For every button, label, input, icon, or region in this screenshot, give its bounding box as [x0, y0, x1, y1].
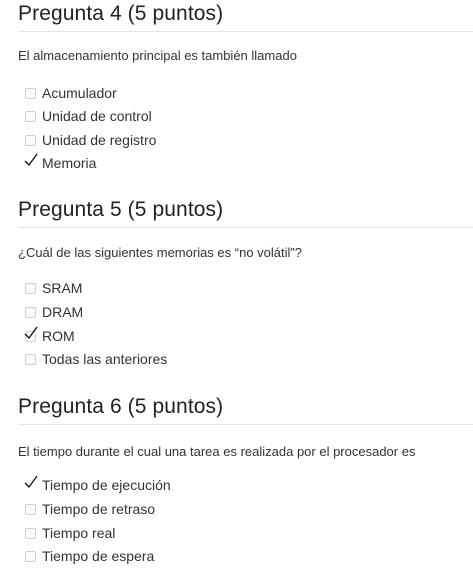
- option-label: Tiempo de ejecución: [42, 477, 171, 493]
- option-tiempo-real[interactable]: Tiempo real: [22, 524, 452, 542]
- checkmark-icon[interactable]: [24, 475, 38, 489]
- checkmark-icon[interactable]: [24, 326, 38, 340]
- checkbox[interactable]: [25, 504, 36, 515]
- question-text: El tiempo durante el cual una tarea es r…: [18, 444, 416, 459]
- option-label: ROM: [42, 328, 75, 344]
- divider: [18, 424, 473, 425]
- option-tiempo-de-retraso[interactable]: Tiempo de retraso: [22, 500, 452, 518]
- option-label: Unidad de control: [42, 108, 152, 124]
- checkbox[interactable]: [25, 307, 36, 318]
- option-label: Memoria: [42, 155, 97, 171]
- question-title: Pregunta 6 (5 puntos): [18, 395, 224, 418]
- option-memoria[interactable]: Memoria: [22, 153, 452, 172]
- divider: [18, 227, 473, 228]
- checkbox[interactable]: [25, 528, 36, 539]
- option-tiempo-de-espera[interactable]: Tiempo de espera: [22, 547, 452, 565]
- option-sram[interactable]: SRAM: [22, 279, 452, 297]
- option-label: SRAM: [42, 280, 83, 296]
- option-todas-las-anteriores[interactable]: Todas las anteriores: [22, 350, 452, 368]
- option-label: Acumulador: [42, 85, 117, 101]
- option-unidad-de-control[interactable]: Unidad de control: [22, 107, 452, 125]
- checkbox[interactable]: [25, 551, 36, 562]
- option-label: Unidad de registro: [42, 132, 157, 148]
- option-rom[interactable]: ROM: [22, 326, 452, 345]
- checkbox[interactable]: [25, 135, 36, 146]
- option-acumulador[interactable]: Acumulador: [22, 84, 452, 102]
- option-tiempo-de-ejecucion[interactable]: Tiempo de ejecución: [22, 475, 452, 494]
- checkmark-icon[interactable]: [24, 153, 38, 167]
- option-unidad-de-registro[interactable]: Unidad de registro: [22, 131, 452, 149]
- option-label: Tiempo de espera: [42, 548, 155, 564]
- checkbox[interactable]: [25, 283, 36, 294]
- question-title: Pregunta 5 (5 puntos): [18, 198, 224, 221]
- checkbox[interactable]: [25, 354, 36, 365]
- option-dram[interactable]: DRAM: [22, 303, 452, 321]
- option-label: Tiempo de retraso: [42, 501, 156, 517]
- divider: [18, 31, 473, 32]
- checkbox[interactable]: [25, 88, 36, 99]
- question-text: ¿Cuál de las siguientes memorias es “no …: [18, 245, 302, 260]
- checkbox[interactable]: [25, 111, 36, 122]
- option-label: Tiempo real: [42, 525, 116, 541]
- option-label: Todas las anteriores: [42, 351, 168, 367]
- option-label: DRAM: [42, 304, 84, 320]
- question-text: El almacenamiento principal es también l…: [18, 48, 297, 63]
- question-title: Pregunta 4 (5 puntos): [18, 2, 224, 25]
